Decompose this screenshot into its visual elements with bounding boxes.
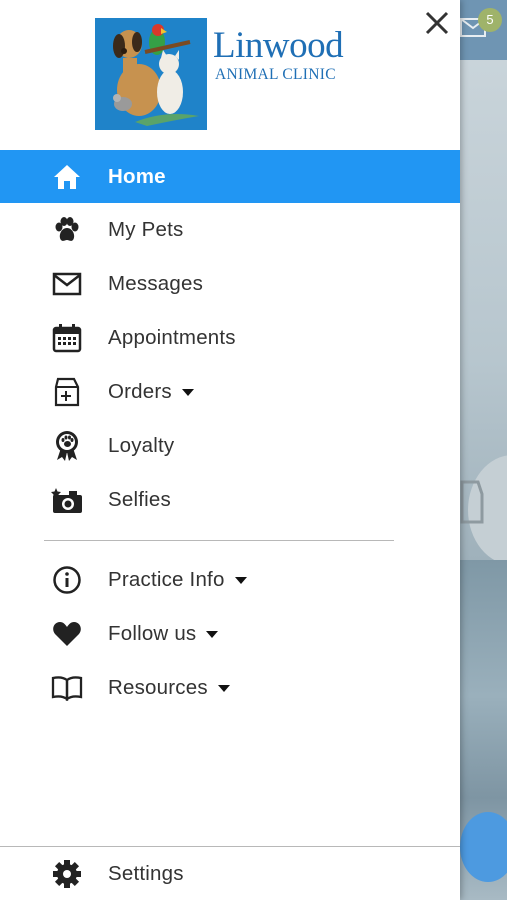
menu-item-label: My Pets [108,218,184,241]
gear-icon [50,857,84,891]
pet-food-bag-icon [50,375,84,409]
primary-menu: Home My Pets Messages Appointments Order… [0,150,460,527]
menu-item-resources[interactable]: Resources [0,661,460,715]
navigation-drawer: Linwood ANIMAL CLINIC Home My Pets Messa… [0,0,460,900]
paw-icon [50,213,84,247]
background-app[interactable]: 5 [460,0,507,900]
menu-item-follow-us[interactable]: Follow us [0,607,460,661]
menu-item-home[interactable]: Home [0,150,460,203]
clinic-logo: Linwood ANIMAL CLINIC [95,18,365,132]
menu-item-label: Appointments [108,326,236,349]
secondary-menu: Practice Info Follow us Resources [0,553,460,715]
background-fab-button [460,812,507,882]
follow-us-label-text: Follow us [108,622,197,645]
menu-item-label: Practice Info [108,568,247,592]
book-icon [50,671,84,705]
resources-label-text: Resources [108,676,208,699]
chevron-down-icon [234,577,247,585]
menu-item-orders[interactable]: Orders [0,365,460,419]
menu-item-label: Loyalty [108,434,175,457]
menu-item-practice-info[interactable]: Practice Info [0,553,460,607]
menu-item-label: Settings [108,861,184,885]
menu-item-label: Follow us [108,622,219,646]
orders-label-text: Orders [108,380,172,403]
chevron-down-icon [217,685,230,693]
logo-subtitle: ANIMAL CLINIC [215,66,336,83]
info-icon [50,563,84,597]
menu-item-appointments[interactable]: Appointments [0,311,460,365]
background-jar-icon [460,480,484,524]
practice-info-label-text: Practice Info [108,568,225,591]
menu-item-selfies[interactable]: Selfies [0,473,460,527]
menu-item-label: Home [108,164,166,188]
screen: 5 Linwood ANIMAL CLINIC Home My Pets Mes… [0,0,507,900]
camera-icon [50,483,84,517]
home-icon [50,160,84,194]
background-notification-badge: 5 [478,8,502,32]
menu-item-label: Resources [108,676,230,700]
menu-item-my-pets[interactable]: My Pets [0,203,460,257]
logo-animals-illustration [95,18,207,130]
menu-item-settings[interactable]: Settings [0,847,460,900]
menu-item-loyalty[interactable]: Loyalty [0,419,460,473]
menu-item-label: Orders [108,380,194,404]
logo-name: Linwood [213,25,344,66]
menu-item-label: Messages [108,272,204,295]
close-icon[interactable] [420,6,454,40]
menu-item-messages[interactable]: Messages [0,257,460,311]
menu-divider [44,540,394,541]
menu-item-label: Selfies [108,488,171,511]
calendar-icon [50,321,84,355]
chevron-down-icon [206,631,219,639]
chevron-down-icon [181,389,194,397]
award-ribbon-icon [50,429,84,463]
envelope-icon [50,267,84,301]
heart-icon [50,617,84,651]
